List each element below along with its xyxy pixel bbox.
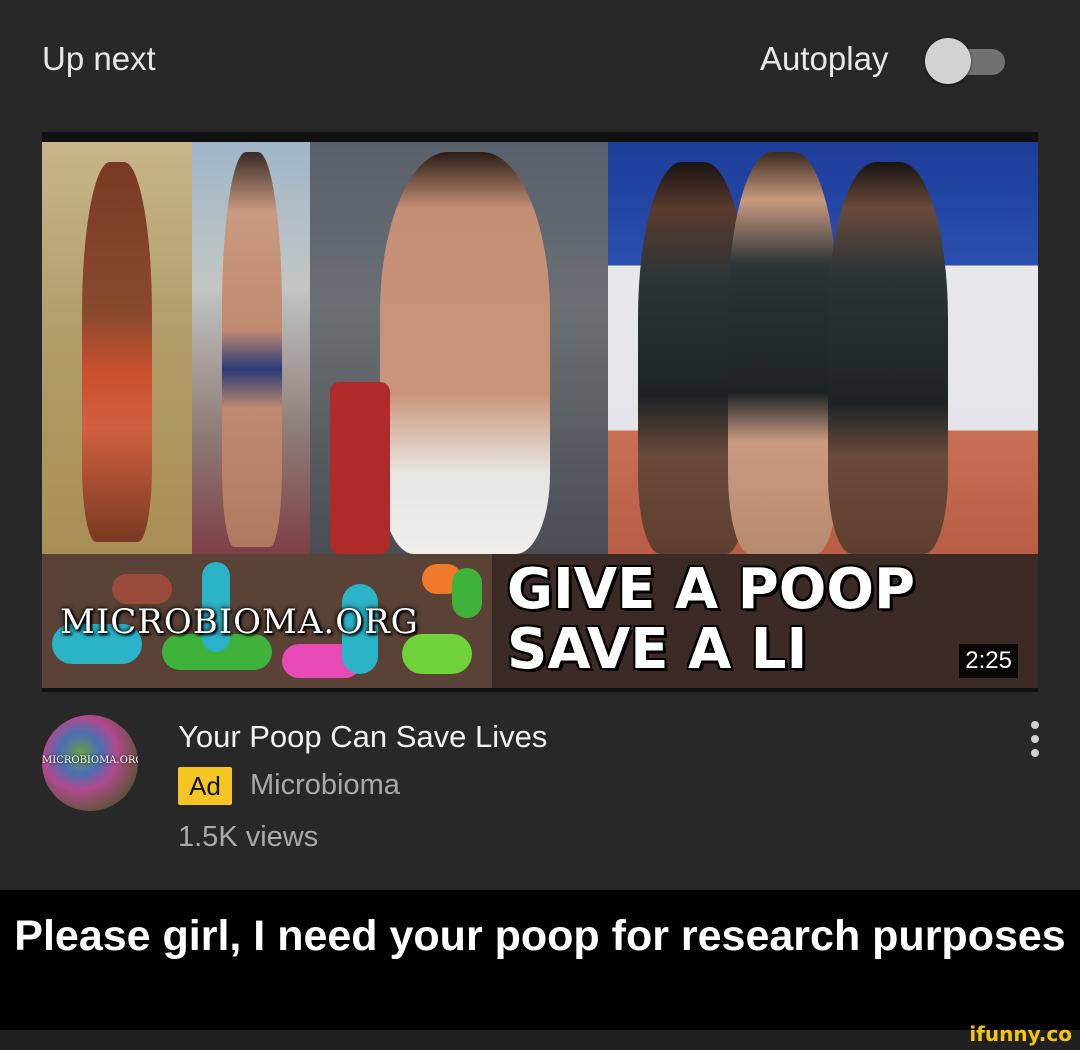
autoplay-toggle[interactable] (925, 38, 1009, 84)
meme-caption: Please girl, I need your poop for resear… (0, 890, 1080, 1030)
channel-avatar[interactable]: MICROBIOMA.ORG (42, 715, 138, 811)
autoplay-label: Autoplay (760, 40, 889, 77)
microbioma-logo-text: MICROBIOMA.ORG (60, 602, 419, 642)
up-next-header: Up next Autoplay (0, 0, 1080, 120)
thumbnail-collage: MICROBIOMA.ORG GIVE A POOP SAVE A LI (42, 142, 1038, 688)
more-options-icon[interactable] (1020, 719, 1050, 759)
thumbnail-banner: MICROBIOMA.ORG GIVE A POOP SAVE A LI (42, 554, 1038, 688)
thumbnail-photo-1 (42, 142, 192, 554)
duration-badge: 2:25 (959, 644, 1018, 678)
youtube-app: Up next Autoplay MICROBIOMA.ORG GIVE A P… (0, 0, 1080, 890)
slogan-line-1: GIVE A POOP (507, 560, 916, 620)
thumbnail-photo-3 (310, 142, 608, 554)
video-thumbnail[interactable]: MICROBIOMA.ORG GIVE A POOP SAVE A LI 2:2… (42, 132, 1038, 692)
microbe-illustration: MICROBIOMA.ORG (42, 554, 492, 688)
toggle-knob (925, 38, 971, 84)
up-next-label: Up next (42, 40, 156, 77)
video-info: MICROBIOMA.ORG Your Poop Can Save Lives … (0, 705, 1080, 885)
channel-name[interactable]: Microbioma (250, 769, 400, 802)
thumbnail-photo-2 (192, 142, 310, 554)
ifunny-watermark: ifunny.co (969, 1022, 1072, 1046)
caption-text: Please girl, I need your poop for resear… (14, 912, 1066, 960)
thumbnail-photo-4 (608, 142, 1038, 554)
thumbnail-slogan: GIVE A POOP SAVE A LI (507, 560, 1032, 680)
view-count: 1.5K views (178, 821, 319, 853)
video-title[interactable]: Your Poop Can Save Lives (178, 719, 547, 755)
slogan-line-2: SAVE A LI (507, 620, 808, 680)
avatar-logo-text: MICROBIOMA.ORG (42, 755, 138, 766)
ad-badge: Ad (178, 767, 232, 805)
